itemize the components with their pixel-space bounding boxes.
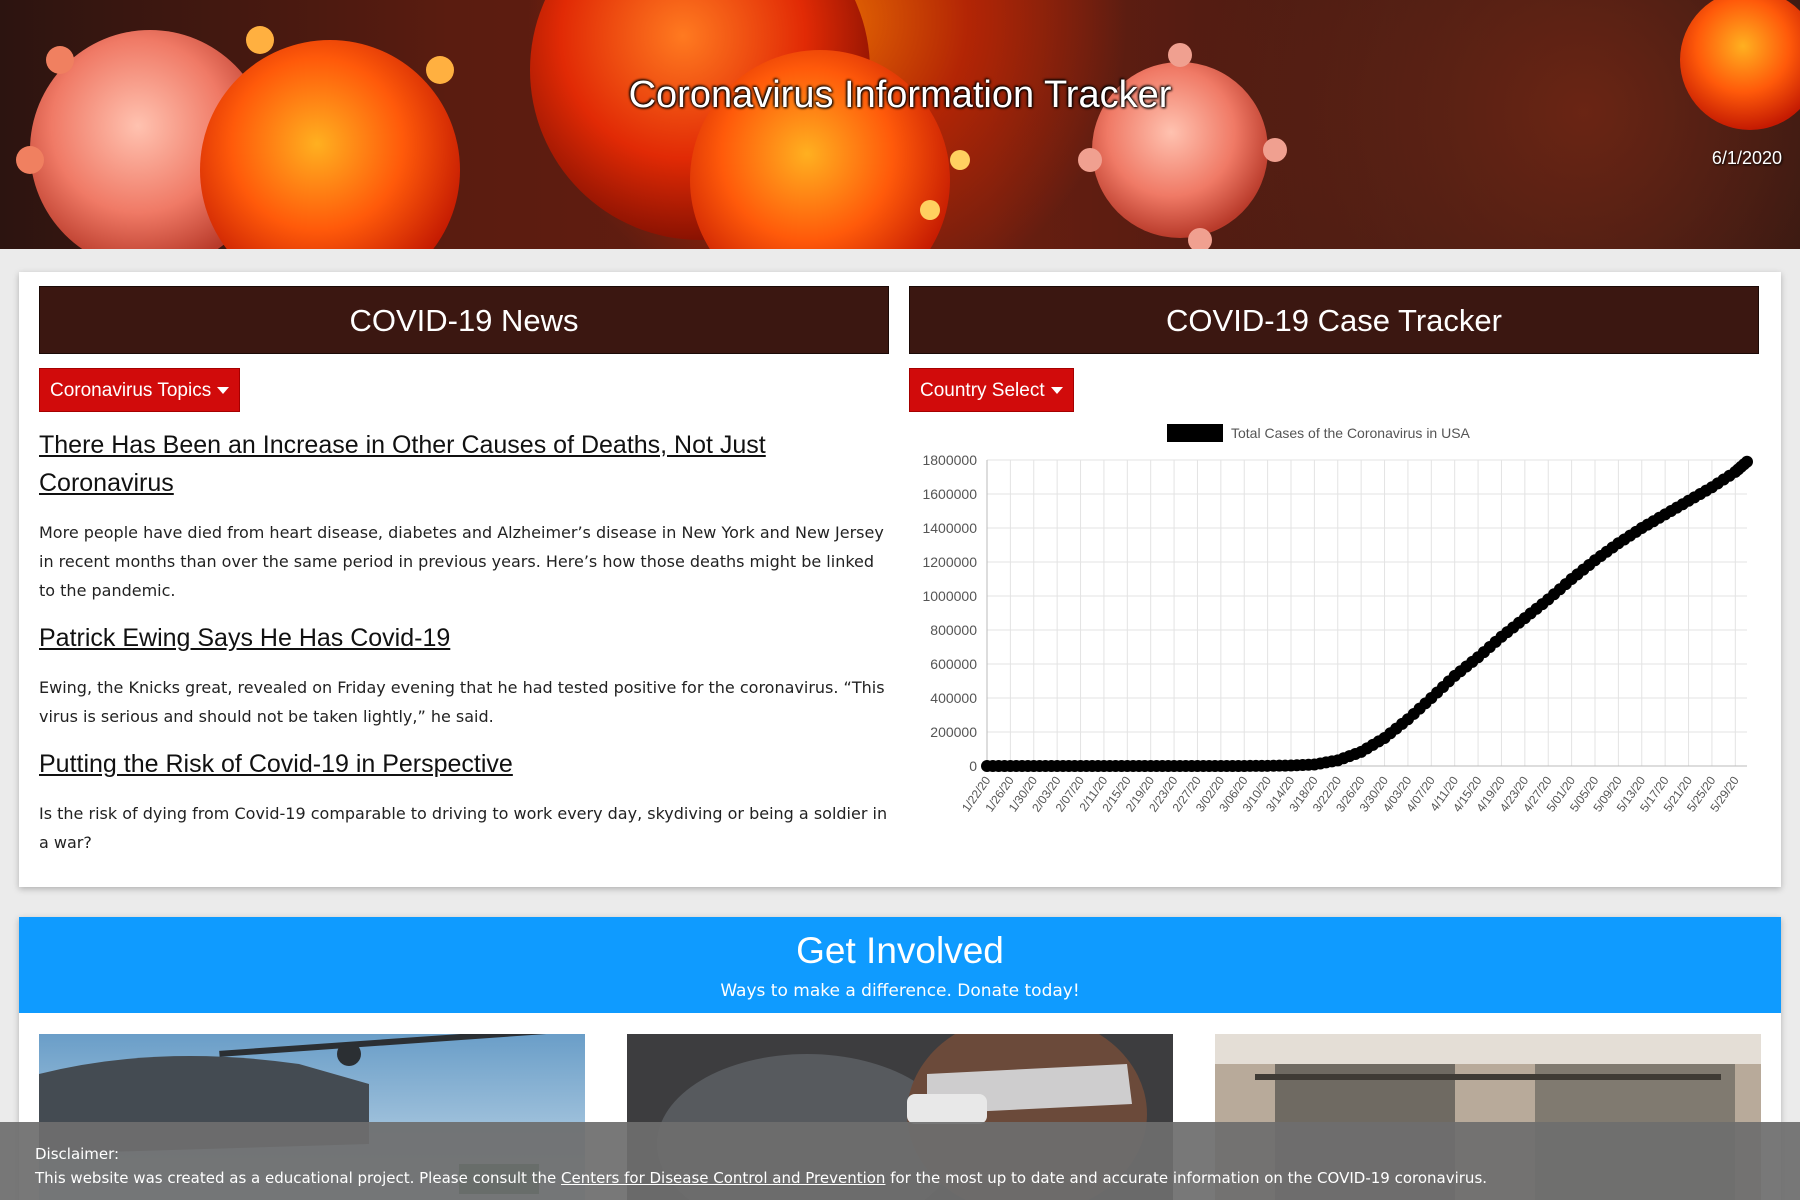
- legend-label: Total Cases of the Coronavirus in USA: [1231, 425, 1471, 441]
- current-date: 6/1/2020: [1711, 148, 1782, 168]
- legend-swatch: [1167, 424, 1223, 442]
- article-summary: More people have died from heart disease…: [39, 523, 884, 600]
- y-tick-label: 400000: [930, 690, 977, 706]
- y-tick-label: 200000: [930, 724, 977, 740]
- article-title-link[interactable]: Putting the Risk of Covid-19 in Perspect…: [39, 745, 889, 783]
- tracker-column: COVID-19 Case Tracker Country Select 0 20…: [909, 286, 1759, 842]
- country-select-label: Country Select: [920, 380, 1045, 401]
- disclaimer-text-before: This website was created as a educationa…: [35, 1169, 562, 1187]
- y-tick-label: 1600000: [922, 486, 977, 502]
- get-involved-title: Get Involved: [796, 930, 1004, 971]
- y-tick-label: 600000: [930, 656, 977, 672]
- news-header: COVID-19 News: [39, 286, 889, 354]
- y-tick-label: 1200000: [922, 554, 977, 570]
- case-chart-svg: 0 200000 400000 600000 800000 1000000 1200000 1…: [922, 424, 1753, 815]
- site-title: Coronavirus Information Tracker: [628, 74, 1172, 116]
- news-column: COVID-19 News Coronavirus Topics There H…: [39, 286, 889, 857]
- country-select-button[interactable]: Country Select: [909, 368, 1074, 412]
- case-chart: 0 200000 400000 600000 800000 1000000 1200000 1…: [909, 422, 1759, 842]
- article-summary: Ewing, the Knicks great, revealed on Fri…: [39, 678, 885, 726]
- disclaimer-text: This website was created as a educationa…: [35, 1166, 1800, 1190]
- y-tick-label: 1800000: [922, 452, 977, 468]
- topics-dropdown-label: Coronavirus Topics: [50, 380, 212, 401]
- hero-banner: Coronavirus Information Tracker 6/1/2020: [0, 0, 1800, 249]
- data-point: [1741, 455, 1753, 468]
- caret-down-icon: [217, 387, 230, 395]
- tracker-header: COVID-19 Case Tracker: [909, 286, 1759, 354]
- get-involved-banner: Get Involved Ways to make a difference. …: [19, 917, 1781, 1013]
- disclaimer-text-after: for the most up to date and accurate inf…: [885, 1169, 1488, 1187]
- cdc-link[interactable]: Centers for Disease Control and Preventi…: [561, 1169, 885, 1187]
- y-tick-label: 800000: [930, 622, 977, 638]
- virus-large-left: [16, 26, 460, 249]
- y-tick-label: 1000000: [922, 588, 977, 604]
- article-summary: Is the risk of dying from Covid-19 compa…: [39, 804, 888, 852]
- article-title-link[interactable]: Patrick Ewing Says He Has Covid-19: [39, 619, 889, 657]
- disclaimer-label: Disclaimer:: [35, 1145, 120, 1163]
- series-line: [986, 460, 1749, 768]
- main-content-card: COVID-19 News Coronavirus Topics There H…: [19, 272, 1781, 887]
- get-involved-subtitle: Ways to make a difference. Donate today!: [720, 981, 1080, 1001]
- y-tick-label: 0: [969, 758, 977, 774]
- y-tick-label: 1400000: [922, 520, 977, 536]
- topics-dropdown-button[interactable]: Coronavirus Topics: [39, 368, 241, 412]
- caret-down-icon: [1050, 387, 1063, 395]
- virus-center: [530, 0, 970, 249]
- virus-illustration: [16, 0, 1800, 249]
- article-title-link[interactable]: There Has Been an Increase in Other Caus…: [39, 426, 889, 502]
- disclaimer-bar: Disclaimer: This website was created as …: [0, 1122, 1800, 1200]
- virus-small-right: [1078, 0, 1800, 249]
